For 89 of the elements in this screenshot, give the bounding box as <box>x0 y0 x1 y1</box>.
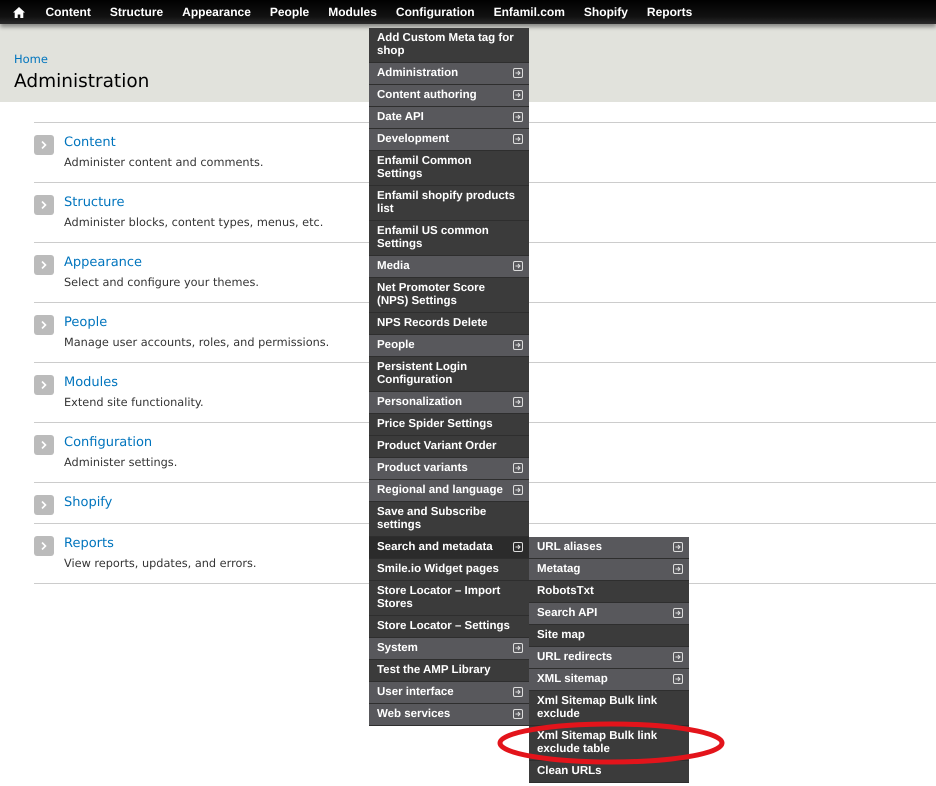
submenu-arrow-icon <box>513 463 523 473</box>
submenu-arrow-icon <box>513 112 523 122</box>
submenu-item[interactable]: Metatag <box>529 559 689 581</box>
submenu-arrow-icon <box>513 709 523 719</box>
menu-item[interactable]: Content authoring <box>369 85 529 107</box>
submenu-arrow-icon <box>513 687 523 697</box>
submenu-item[interactable]: Xml Sitemap Bulk link exclude <box>529 691 689 726</box>
submenu-arrow-icon <box>673 542 683 552</box>
submenu-item[interactable]: Search API <box>529 603 689 625</box>
section-link[interactable]: People <box>64 315 330 331</box>
chevron-icon <box>34 195 54 215</box>
chevron-icon <box>34 375 54 395</box>
menu-item[interactable]: Store Locator – Import Stores <box>369 581 529 616</box>
submenu-arrow-icon <box>513 542 523 552</box>
menu-item[interactable]: Add Custom Meta tag for shop <box>369 28 529 63</box>
section-description: Administer content and comments. <box>64 156 264 170</box>
submenu-item[interactable]: XML sitemap <box>529 669 689 691</box>
menu-item[interactable]: Administration <box>369 63 529 85</box>
submenu-item[interactable]: URL redirects <box>529 647 689 669</box>
menu-item[interactable]: Product variants <box>369 458 529 480</box>
section-description: View reports, updates, and errors. <box>64 557 257 571</box>
chevron-icon <box>34 315 54 335</box>
toolbar-link[interactable]: Modules <box>318 5 386 19</box>
section-link[interactable]: Structure <box>64 195 324 211</box>
toolbar-link[interactable]: Enfamil.com <box>484 5 574 19</box>
toolbar-link[interactable]: Reports <box>637 5 702 19</box>
chevron-icon <box>34 495 54 515</box>
section-description: Extend site functionality. <box>64 396 204 410</box>
menu-item[interactable]: Enfamil US common Settings <box>369 221 529 256</box>
submenu-item[interactable]: Clean URLs <box>529 761 689 783</box>
menu-item[interactable]: NPS Records Delete <box>369 313 529 335</box>
submenu-item[interactable]: URL aliases <box>529 537 689 559</box>
section-description: Administer blocks, content types, menus, etc. <box>64 216 324 230</box>
menu-item[interactable]: Date API <box>369 107 529 129</box>
menu-item[interactable]: Test the AMP Library <box>369 660 529 682</box>
submenu-arrow-icon <box>513 134 523 144</box>
submenu-arrow-icon <box>513 90 523 100</box>
chevron-icon <box>34 255 54 275</box>
section-description: Administer settings. <box>64 456 178 470</box>
submenu-arrow-icon <box>513 397 523 407</box>
menu-item[interactable]: Enfamil Common Settings <box>369 151 529 186</box>
menu-item[interactable]: Save and Subscribe settings <box>369 502 529 537</box>
chevron-icon <box>34 435 54 455</box>
menu-item[interactable]: Personalization <box>369 392 529 414</box>
chevron-icon <box>34 135 54 155</box>
toolbar-link[interactable]: Content <box>36 5 100 19</box>
section-link[interactable]: Appearance <box>64 255 259 271</box>
toolbar-link[interactable]: Structure <box>100 5 173 19</box>
submenu-arrow-icon <box>673 564 683 574</box>
menu-item[interactable]: Net Promoter Score (NPS) Settings <box>369 278 529 313</box>
menu-item[interactable]: Search and metadata <box>369 537 529 559</box>
menu-item[interactable]: Product Variant Order <box>369 436 529 458</box>
chevron-icon <box>34 536 54 556</box>
toolbar-link[interactable]: Configuration <box>386 5 484 19</box>
menu-item[interactable]: User interface <box>369 682 529 704</box>
menu-item[interactable]: Price Spider Settings <box>369 414 529 436</box>
section-link[interactable]: Modules <box>64 375 204 391</box>
section-link[interactable]: Reports <box>64 536 257 552</box>
menu-item[interactable]: Media <box>369 256 529 278</box>
submenu-arrow-icon <box>673 652 683 662</box>
submenu-arrow-icon <box>673 674 683 684</box>
toolbar-link[interactable]: People <box>260 5 319 19</box>
section-description: Manage user accounts, roles, and permissions. <box>64 336 330 350</box>
breadcrumb-link[interactable]: Home <box>14 52 48 66</box>
submenu-arrow-icon <box>513 643 523 653</box>
menu-item[interactable]: Persistent Login Configuration <box>369 357 529 392</box>
submenu-arrow-icon <box>513 68 523 78</box>
submenu-item[interactable]: Site map <box>529 625 689 647</box>
submenu-item[interactable]: RobotsTxt <box>529 581 689 603</box>
section-link[interactable]: Shopify <box>64 495 112 511</box>
menu-item[interactable]: People <box>369 335 529 357</box>
page-title: Administration <box>14 71 150 92</box>
menu-item[interactable]: System <box>369 638 529 660</box>
submenu-arrow-icon <box>513 340 523 350</box>
menu-item[interactable]: Enfamil shopify products list <box>369 186 529 221</box>
menu-item[interactable]: Development <box>369 129 529 151</box>
submenu-arrow-icon <box>673 608 683 618</box>
menu-item[interactable]: Web services <box>369 704 529 726</box>
menu-item[interactable]: Smile.io Widget pages <box>369 559 529 581</box>
section-description: Select and configure your themes. <box>64 276 259 290</box>
submenu-arrow-icon <box>513 261 523 271</box>
submenu-arrow-icon <box>513 485 523 495</box>
toolbar-link[interactable]: Appearance <box>172 5 260 19</box>
section-link[interactable]: Configuration <box>64 435 178 451</box>
menu-item[interactable]: Store Locator – Settings <box>369 616 529 638</box>
section-link[interactable]: Content <box>64 135 264 151</box>
toolbar-link[interactable]: Shopify <box>574 5 638 19</box>
home-icon[interactable] <box>13 6 25 18</box>
menu-item[interactable]: Regional and language <box>369 480 529 502</box>
